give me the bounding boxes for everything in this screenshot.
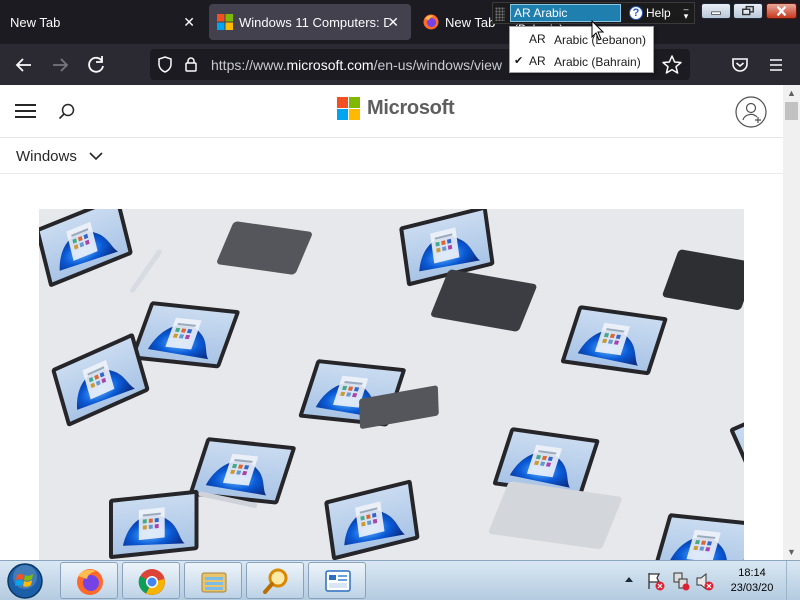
bookmark-star-icon[interactable] bbox=[659, 52, 685, 78]
checkmark-icon: ✔ bbox=[514, 55, 524, 67]
firefox-favicon-icon bbox=[423, 14, 439, 30]
tab-new-tab-1[interactable]: New Tab ✕ bbox=[0, 4, 205, 40]
reload-icon[interactable] bbox=[83, 52, 109, 78]
microsoft-favicon-icon bbox=[217, 14, 233, 30]
language-code: AR bbox=[529, 54, 546, 68]
mouse-cursor-icon bbox=[591, 20, 605, 41]
url-text: https://www.microsoft.com/en-us/windows/… bbox=[211, 57, 502, 73]
lock-icon[interactable] bbox=[184, 56, 198, 73]
device-laptop-4 bbox=[560, 305, 669, 376]
url-domain: microsoft.com bbox=[286, 57, 374, 73]
restore-icon bbox=[742, 5, 754, 16]
vertical-scrollbar[interactable]: ▲ ▼ bbox=[783, 85, 800, 560]
search-magnifier-icon bbox=[263, 568, 288, 594]
minimize-button[interactable] bbox=[701, 3, 731, 19]
device-laptop-10 bbox=[109, 489, 199, 560]
screen: New Tab ✕ Windows 11 Computers: Des ✕ Ne… bbox=[0, 0, 800, 600]
language-name: Arabic (Bahrain) bbox=[554, 55, 641, 69]
navigation-toolbar: https://www.microsoft.com/en-us/windows/… bbox=[0, 44, 800, 85]
back-arrow-icon[interactable] bbox=[11, 52, 37, 78]
account-icon[interactable] bbox=[735, 96, 767, 128]
show-desktop-button[interactable] bbox=[786, 561, 800, 600]
taskbar: 18:14 23/03/20 bbox=[0, 560, 800, 600]
chrome-icon bbox=[138, 569, 165, 595]
microsoft-logo-icon bbox=[337, 97, 360, 120]
url-path: /en-us/windows/view bbox=[373, 57, 502, 73]
hamburger-menu-icon[interactable] bbox=[15, 104, 36, 118]
clock-date: 23/03/20 bbox=[730, 582, 774, 594]
web-page: Microsoft Windows bbox=[0, 85, 783, 560]
firefox-icon bbox=[77, 569, 103, 595]
show-hidden-icons-icon bbox=[625, 577, 633, 582]
windows-devices-illustration bbox=[39, 209, 744, 560]
start-button-windows-icon[interactable] bbox=[6, 562, 44, 600]
tracking-protection-shield-icon[interactable] bbox=[157, 56, 173, 73]
restore-button[interactable] bbox=[733, 3, 763, 19]
scroll-thumb[interactable] bbox=[785, 102, 798, 120]
url-prefix: https://www. bbox=[211, 57, 287, 73]
chevron-down-icon bbox=[89, 152, 103, 161]
taskbar-file-explorer[interactable] bbox=[184, 562, 242, 599]
tab-windows-11[interactable]: Windows 11 Computers: Des ✕ bbox=[209, 4, 411, 40]
control-panel-icon bbox=[325, 570, 351, 592]
language-option-bahrain[interactable]: ✔ AR Arabic (Bahrain) bbox=[510, 50, 653, 72]
drag-handle-icon[interactable] bbox=[495, 7, 505, 21]
site-header: Microsoft bbox=[0, 85, 783, 138]
scroll-down-arrow-icon[interactable]: ▼ bbox=[787, 547, 796, 557]
tab-label: New Tab bbox=[10, 14, 61, 30]
forward-arrow-icon[interactable] bbox=[47, 52, 73, 78]
taskbar-chrome[interactable] bbox=[122, 562, 180, 599]
hero-image bbox=[39, 209, 744, 560]
tab-label: Windows 11 Computers: Des bbox=[239, 14, 389, 30]
file-explorer-icon bbox=[201, 572, 227, 593]
network-icon bbox=[673, 572, 690, 591]
tab-close-icon[interactable]: ✕ bbox=[183, 14, 195, 30]
language-bar-options-icon[interactable]: – ▾ bbox=[682, 5, 690, 21]
close-window-button[interactable] bbox=[766, 3, 797, 19]
taskbar-control-panel[interactable] bbox=[308, 562, 366, 599]
scroll-up-arrow-icon[interactable]: ▲ bbox=[787, 88, 796, 98]
clock-time: 18:14 bbox=[738, 567, 766, 579]
tab-strip: New Tab ✕ Windows 11 Computers: Des ✕ Ne… bbox=[0, 0, 800, 44]
brand-name: Microsoft bbox=[367, 97, 455, 119]
help-button[interactable]: Help bbox=[646, 6, 671, 20]
pocket-icon[interactable] bbox=[727, 52, 753, 78]
taskbar-search-app[interactable] bbox=[246, 562, 304, 599]
taskbar-firefox[interactable] bbox=[60, 562, 118, 599]
language-option-lebanon[interactable]: AR Arabic (Lebanon) bbox=[510, 28, 653, 50]
language-menu: AR Arabic (Lebanon) ✔ AR Arabic (Bahrain… bbox=[509, 26, 654, 73]
language-code: AR bbox=[529, 32, 546, 46]
close-icon bbox=[776, 5, 787, 17]
minimize-icon bbox=[711, 11, 721, 15]
tab-close-icon[interactable]: ✕ bbox=[387, 14, 399, 30]
tab-label: New Tab bbox=[445, 14, 496, 30]
system-clock[interactable]: 18:14 23/03/20 bbox=[724, 566, 780, 596]
action-center-flag-icon bbox=[648, 573, 665, 591]
volume-muted-icon bbox=[696, 572, 714, 591]
microsoft-logo[interactable]: Microsoft bbox=[337, 97, 455, 120]
system-tray bbox=[625, 572, 714, 591]
windows-subnav[interactable]: Windows bbox=[0, 138, 783, 174]
search-icon[interactable] bbox=[58, 103, 76, 121]
help-icon[interactable]: ? bbox=[629, 6, 643, 20]
subnav-label: Windows bbox=[16, 148, 77, 165]
app-menu-icon[interactable] bbox=[763, 52, 789, 78]
